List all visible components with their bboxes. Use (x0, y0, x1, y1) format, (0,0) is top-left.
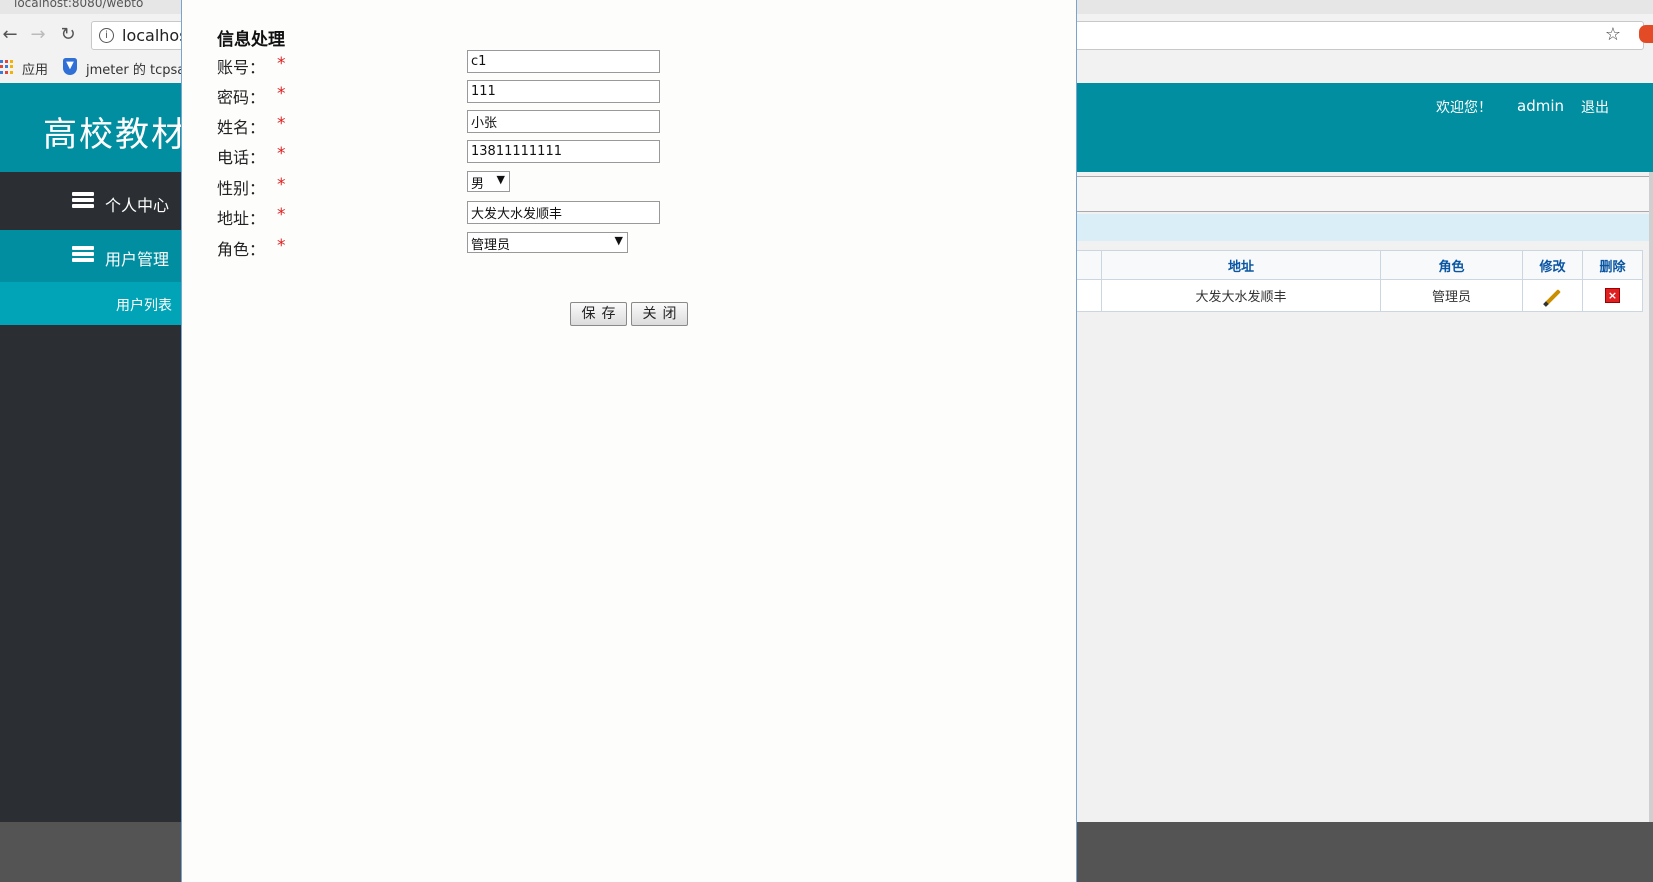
sidebar-item-label: 用户管理 (105, 250, 170, 269)
column-header-address: 地址 (1101, 250, 1381, 280)
field-label: 性别： (217, 179, 266, 198)
field-label: 电话： (217, 148, 266, 167)
current-user: admin (1517, 97, 1564, 115)
gender-value: 男 (471, 177, 485, 192)
close-button[interactable]: 关闭 (631, 302, 688, 326)
form-row-gender: 性别： * 男 ▼ (217, 171, 817, 198)
site-title: 高校教材 (43, 115, 187, 155)
bookmark-jmeter[interactable]: jmeter 的 tcpsa (86, 59, 185, 78)
stack-icon (72, 246, 94, 264)
field-label: 密码： (217, 88, 266, 107)
form-row-password: 密码： * (217, 80, 817, 107)
required-mark: * (277, 114, 286, 134)
cell-address: 大发大水发顺丰 (1101, 279, 1381, 312)
browser-tab[interactable]: localhost:8080/webto (14, 0, 143, 10)
sidebar: 个人中心 用户管理 用户列表 (0, 172, 182, 822)
sidebar-item-label: 个人中心 (105, 196, 170, 215)
star-icon[interactable]: ☆ (1605, 24, 1621, 45)
form-row-role: 角色： * 管理员 ▼ (217, 232, 817, 259)
cell-role: 管理员 (1380, 279, 1523, 312)
form-row-account: 账号： * (217, 50, 817, 77)
info-icon[interactable]: i (99, 28, 114, 43)
column-header-role: 角色 (1380, 250, 1523, 280)
field-label: 账号： (217, 58, 266, 77)
name-input[interactable] (467, 110, 660, 133)
required-mark: * (277, 144, 286, 164)
dropdown-arrow-icon: ▼ (614, 234, 623, 247)
password-input[interactable] (467, 80, 660, 103)
required-mark: * (277, 205, 286, 225)
logout-link[interactable]: 退出 (1581, 97, 1609, 117)
form-row-address: 地址： * (217, 201, 817, 228)
shield-icon: ▼ (63, 58, 77, 75)
bookmark-apps[interactable]: 应用 (22, 59, 48, 78)
forward-icon[interactable]: → (28, 24, 48, 46)
edit-dialog: 信息处理 账号： * 密码： * 姓名： * 电话： * 性别： * 男 ▼ 地… (181, 0, 1077, 882)
account-input[interactable] (467, 50, 660, 73)
reload-icon[interactable]: ↻ (58, 24, 78, 46)
delete-cell: × (1582, 279, 1643, 312)
back-icon[interactable]: ← (0, 24, 20, 46)
dropdown-arrow-icon: ▼ (496, 173, 505, 186)
sidebar-item-personal-center[interactable]: 个人中心 (0, 176, 182, 228)
sidebar-subitem-user-list[interactable]: 用户列表 (0, 282, 182, 325)
dialog-title: 信息处理 (217, 30, 285, 50)
form-row-phone: 电话： * (217, 140, 817, 167)
field-label: 角色： (217, 240, 266, 259)
column-header-edit: 修改 (1522, 250, 1583, 280)
save-button[interactable]: 保存 (570, 302, 627, 326)
extension-icon[interactable] (1639, 25, 1653, 43)
stack-icon (72, 192, 94, 210)
field-label: 姓名： (217, 118, 266, 137)
delete-icon[interactable]: × (1605, 288, 1620, 303)
welcome-text: 欢迎您！ (1436, 100, 1492, 116)
required-mark: * (277, 84, 286, 104)
apps-icon[interactable] (0, 60, 14, 74)
required-mark: * (277, 175, 286, 195)
required-mark: * (277, 236, 286, 256)
column-header-delete: 删除 (1582, 250, 1643, 280)
address-input[interactable] (467, 201, 660, 224)
phone-input[interactable] (467, 140, 660, 163)
role-value: 管理员 (471, 238, 511, 253)
sidebar-subitem-label: 用户列表 (116, 298, 172, 314)
scrollbar[interactable] (1649, 172, 1653, 822)
address-url[interactable]: localhos (122, 26, 188, 45)
edit-cell (1522, 279, 1583, 312)
gender-select[interactable]: 男 ▼ (467, 171, 510, 192)
form-row-name: 姓名： * (217, 110, 817, 137)
required-mark: * (277, 54, 286, 74)
sidebar-item-user-management[interactable]: 用户管理 (0, 230, 182, 282)
role-select[interactable]: 管理员 ▼ (467, 232, 628, 253)
pencil-icon[interactable] (1544, 289, 1561, 305)
field-label: 地址： (217, 209, 266, 228)
